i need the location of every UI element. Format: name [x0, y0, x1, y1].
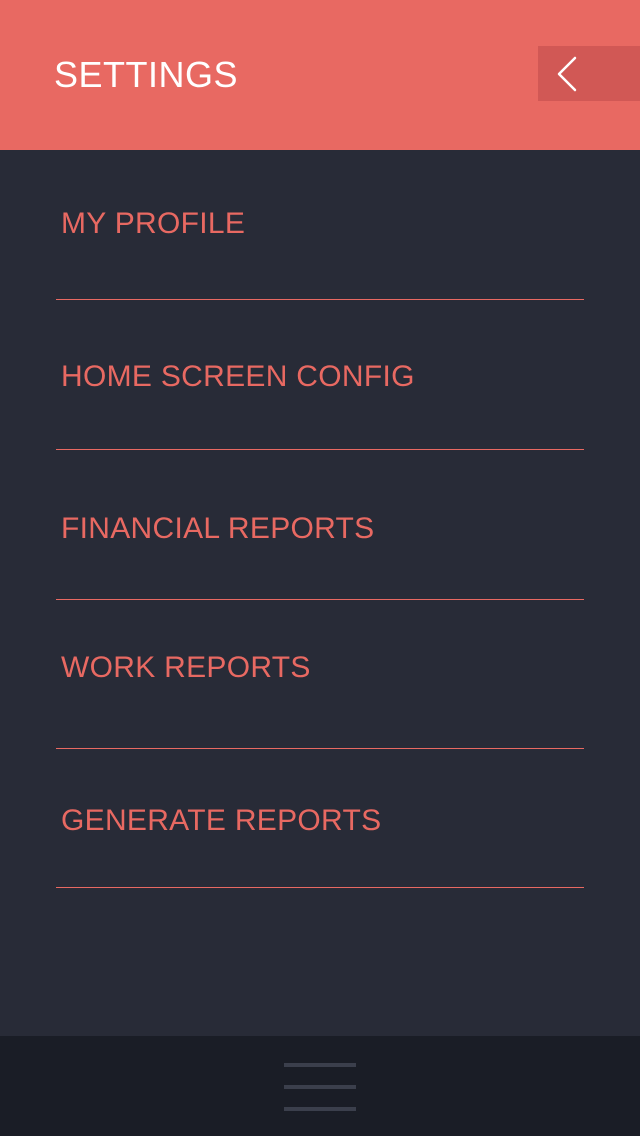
- menu-item-my-profile[interactable]: MY PROFILE: [56, 150, 584, 300]
- menu-item-generate-reports[interactable]: GENERATE REPORTS: [56, 749, 584, 888]
- menu-item-label: MY PROFILE: [61, 207, 246, 240]
- page-title: SETTINGS: [54, 54, 239, 95]
- menu-item-label: GENERATE REPORTS: [61, 804, 382, 837]
- settings-menu: MY PROFILE HOME SCREEN CONFIG FINANCIAL …: [0, 150, 640, 1036]
- menu-item-label: FINANCIAL REPORTS: [61, 512, 375, 545]
- menu-item-home-screen-config[interactable]: HOME SCREEN CONFIG: [56, 300, 584, 450]
- menu-item-label: HOME SCREEN CONFIG: [61, 360, 415, 393]
- footer-bar: [0, 1036, 640, 1136]
- hamburger-menu-icon: [284, 1063, 356, 1111]
- menu-toggle-button[interactable]: [276, 1056, 364, 1118]
- back-button[interactable]: [538, 46, 640, 101]
- menu-item-label: WORK REPORTS: [61, 651, 311, 684]
- menu-item-financial-reports[interactable]: FINANCIAL REPORTS: [56, 450, 584, 600]
- header-bar: SETTINGS: [0, 0, 640, 150]
- chevron-left-icon: [557, 56, 577, 92]
- menu-item-work-reports[interactable]: WORK REPORTS: [56, 600, 584, 749]
